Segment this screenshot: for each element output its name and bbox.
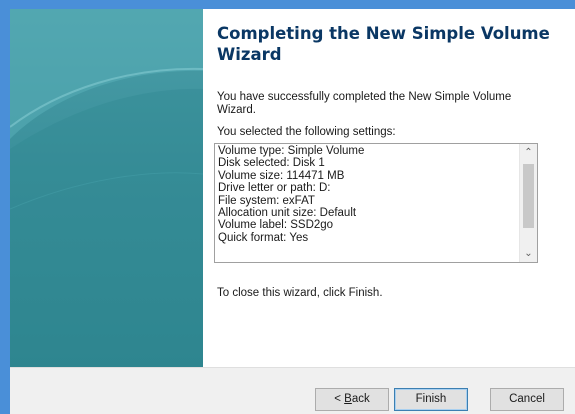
settings-label: You selected the following settings:	[217, 126, 396, 138]
cancel-button[interactable]: Cancel	[490, 388, 564, 411]
window-frame-top	[0, 0, 575, 9]
setting-disk-selected: Disk selected: Disk 1	[218, 157, 325, 170]
wizard-button-bar: < Back Finish Cancel	[10, 367, 575, 414]
close-instruction: To close this wizard, click Finish.	[217, 287, 383, 299]
setting-volume-size: Volume size: 114471 MB	[218, 169, 345, 182]
back-label-rest: ack	[351, 393, 370, 405]
success-message: You have successfully completed the New …	[217, 91, 512, 116]
setting-volume-label: Volume label: SSD2go	[218, 219, 334, 232]
settings-summary-box[interactable]: Volume type: Simple Volume Disk selected…	[214, 143, 538, 263]
back-mnemonic: B	[344, 393, 352, 405]
wizard-title: Completing the New Simple Volume Wizard	[217, 24, 550, 64]
vertical-scrollbar[interactable]: ⌃ ⌄	[519, 144, 537, 262]
back-button[interactable]: < Back	[315, 388, 389, 411]
wizard-banner-image	[10, 9, 203, 367]
setting-allocation-unit: Allocation unit size: Default	[218, 207, 357, 220]
setting-file-system: File system: exFAT	[218, 194, 315, 207]
back-prefix: <	[334, 393, 345, 405]
settings-list: Volume type: Simple Volume Disk selected…	[218, 145, 513, 244]
setting-quick-format: Quick format: Yes	[218, 231, 309, 244]
wizard-content: Completing the New Simple Volume Wizard …	[203, 9, 575, 367]
banner-graphic	[10, 9, 203, 367]
window-frame-left	[0, 0, 10, 414]
setting-drive-letter: Drive letter or path: D:	[218, 182, 331, 195]
scrollbar-thumb[interactable]	[523, 164, 534, 228]
chevron-down-icon[interactable]: ⌄	[520, 245, 537, 262]
setting-volume-type: Volume type: Simple Volume	[218, 145, 365, 157]
chevron-up-icon[interactable]: ⌃	[520, 144, 537, 161]
finish-button[interactable]: Finish	[394, 388, 468, 411]
